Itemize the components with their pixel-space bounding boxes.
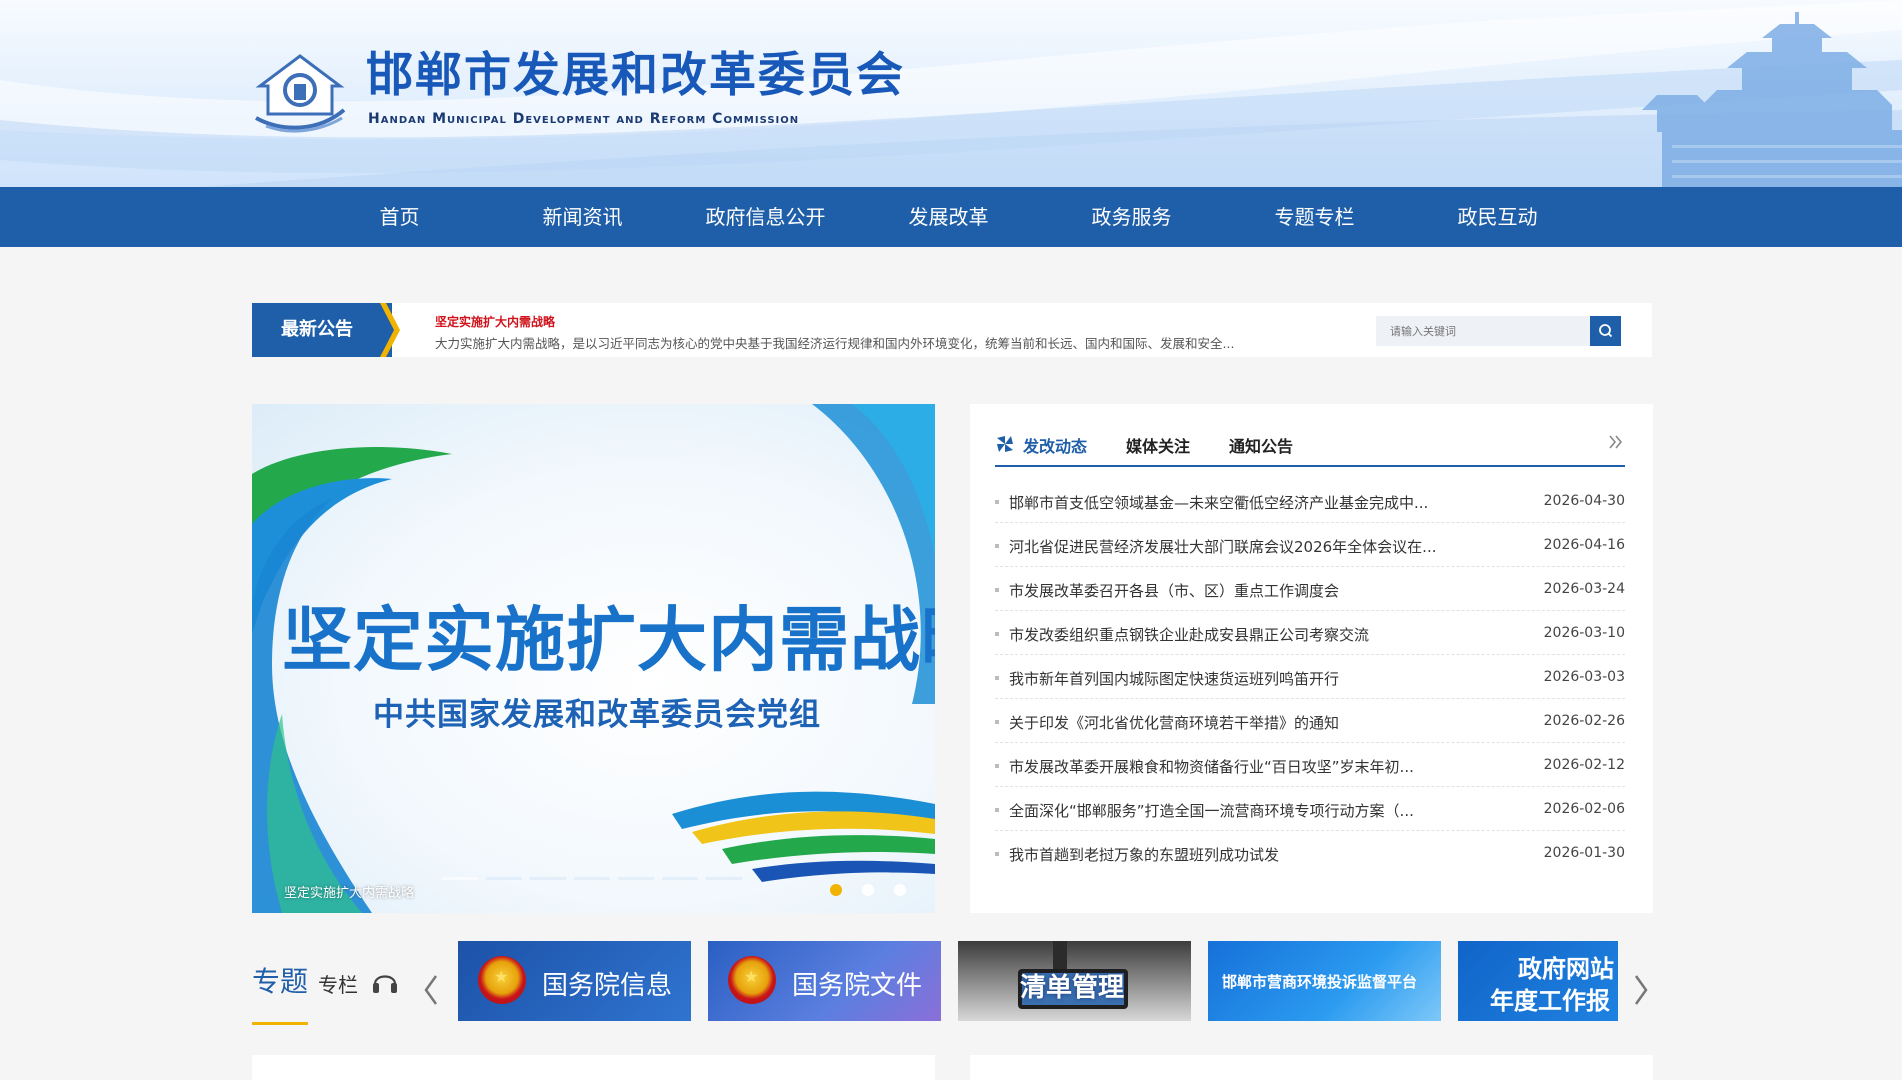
tile-business-complaint-platform[interactable]: 邯郸市营商环境投诉监督平台 xyxy=(1208,941,1441,1021)
nav-item-news[interactable]: 新闻资讯 xyxy=(491,187,674,247)
special-heading-big: 专题 xyxy=(252,965,309,998)
tile-label: 政府网站 xyxy=(1518,955,1614,983)
search-input[interactable] xyxy=(1376,316,1584,346)
news-list-item[interactable]: 市发改委组织重点钢铁企业赴成安县鼎正公司考察交流 2026-03-10 xyxy=(995,611,1625,655)
tile-label: 邯郸市营商环境投诉监督平台 xyxy=(1222,973,1418,991)
search-icon xyxy=(1599,324,1613,338)
search-button[interactable] xyxy=(1590,316,1621,346)
notice-text[interactable]: 大力实施扩大内需战略，是以习近平同志为核心的党中央基于我国经济运行规律和国内外环… xyxy=(435,333,1335,352)
news-list-item[interactable]: 市发展改革委召开各县（市、区）重点工作调度会 2026-03-24 xyxy=(995,567,1625,611)
news-date: 2026-03-03 xyxy=(1543,669,1625,685)
tile-gov-website-annual-report[interactable]: 政府网站 年度工作报 xyxy=(1458,941,1618,1021)
tab-pinwheel-icon xyxy=(997,436,1013,452)
carousel-caption[interactable]: 坚定实施扩大内需战略 xyxy=(284,882,414,901)
news-title[interactable]: 我市首趟到老挝万象的东盟班列成功试发 xyxy=(1009,844,1489,865)
news-date: 2026-02-26 xyxy=(1543,713,1625,729)
news-title[interactable]: 市发展改革委开展粮食和物资储备行业“百日攻坚”岁末年初... xyxy=(1009,756,1489,777)
carousel-dot-1[interactable] xyxy=(830,884,842,896)
tile-label: 国务院文件 xyxy=(792,971,923,1001)
bullet-icon xyxy=(995,544,999,548)
carousel-subtitle: 中共国家发展和改革委员会党组 xyxy=(373,697,821,733)
news-list-item[interactable]: 全面深化“邯郸服务”打造全国一流营商环境专项行动方案（... 2026-02-0… xyxy=(995,787,1625,831)
news-date: 2026-02-06 xyxy=(1543,801,1625,817)
notice-bar: 最新公告 坚定实施扩大内需战略 大力实施扩大内需战略，是以习近平同志为核心的党中… xyxy=(252,303,1652,357)
news-title[interactable]: 河北省促进民营经济发展壮大部门联席会议2026年全体会议在... xyxy=(1009,536,1489,557)
nav-item-services[interactable]: 政务服务 xyxy=(1040,187,1223,247)
nav-item-reform[interactable]: 发展改革 xyxy=(857,187,1040,247)
tile-label: 国务院信息 xyxy=(542,971,673,1001)
news-panel: 发改动态 媒体关注 通知公告 邯郸市首支低空领域基金—未来空衢低空经济产业基金完… xyxy=(970,404,1653,913)
news-list-item[interactable]: 关于印发《河北省优化营商环境若干举措》的通知 2026-02-26 xyxy=(995,699,1625,743)
news-title[interactable]: 我市新年首列国内城际图定快速货运班列鸣笛开行 xyxy=(1009,668,1489,689)
tab-notices[interactable]: 通知公告 xyxy=(1229,433,1293,457)
site-title: 邯郸市发展和改革委员会 xyxy=(366,48,905,103)
carousel-dot-2[interactable] xyxy=(862,884,874,896)
news-date: 2026-04-16 xyxy=(1543,537,1625,553)
tile-label-line2: 年度工作报 xyxy=(1490,987,1610,1015)
news-date: 2026-03-10 xyxy=(1543,625,1625,641)
news-title[interactable]: 关于印发《河北省优化营商环境若干举措》的通知 xyxy=(1009,712,1489,733)
news-tabs: 发改动态 媒体关注 通知公告 xyxy=(995,421,1625,467)
header-banner: 邯郸市发展和改革委员会 Handan Municipal Development… xyxy=(0,0,1902,187)
news-date: 2026-02-12 xyxy=(1543,757,1625,773)
tile-list-management[interactable]: 清单管理 xyxy=(958,941,1191,1021)
nav-item-special[interactable]: 专题专栏 xyxy=(1223,187,1406,247)
bottom-card-right xyxy=(970,1055,1653,1080)
special-heading-underline xyxy=(252,1022,308,1025)
bullet-icon xyxy=(995,808,999,812)
national-emblem-icon: ★ xyxy=(478,956,526,1004)
bottom-card-left xyxy=(252,1055,935,1080)
hero-carousel[interactable]: 坚定实施扩大内需战略 中共国家发展和改革委员会党组 坚定实施扩大内需战略 xyxy=(252,404,935,913)
bullet-icon xyxy=(995,676,999,680)
tab-media[interactable]: 媒体关注 xyxy=(1126,433,1190,457)
special-heading-small: 专栏 xyxy=(318,973,358,997)
news-list-item[interactable]: 我市首趟到老挝万象的东盟班列成功试发 2026-01-30 xyxy=(995,831,1625,875)
news-list-item[interactable]: 邯郸市首支低空领域基金—未来空衢低空经济产业基金完成中... 2026-04-3… xyxy=(995,479,1625,523)
news-date: 2026-03-24 xyxy=(1543,581,1625,597)
special-column-section: 专题 专栏 ★ 国务院信息 ★ 国务院文件 清单管理 邯郸市营商环境投诉监督平台… xyxy=(252,940,1652,1025)
prev-arrow-icon[interactable] xyxy=(420,970,442,1010)
bullet-icon xyxy=(995,588,999,592)
nav-item-home[interactable]: 首页 xyxy=(308,187,491,247)
news-date: 2026-01-30 xyxy=(1543,845,1625,861)
site-subtitle: Handan Municipal Development and Reform … xyxy=(368,111,800,127)
next-arrow-icon[interactable] xyxy=(1630,970,1652,1010)
bullet-icon xyxy=(995,764,999,768)
notice-title[interactable]: 坚定实施扩大内需战略 xyxy=(435,313,555,330)
headphones-icon xyxy=(373,975,397,993)
notice-tag: 最新公告 xyxy=(252,303,392,357)
news-title[interactable]: 市发展改革委召开各县（市、区）重点工作调度会 xyxy=(1009,580,1489,601)
city-tower-decoration xyxy=(1642,12,1902,187)
bullet-icon xyxy=(995,500,999,504)
news-title[interactable]: 市发改委组织重点钢铁企业赴成安县鼎正公司考察交流 xyxy=(1009,624,1489,645)
national-emblem-icon: ★ xyxy=(728,956,776,1004)
news-title[interactable]: 全面深化“邯郸服务”打造全国一流营商环境专项行动方案（... xyxy=(1009,800,1489,821)
main-nav: 首页 新闻资讯 政府信息公开 发展改革 政务服务 专题专栏 政民互动 xyxy=(0,187,1902,247)
nav-item-interaction[interactable]: 政民互动 xyxy=(1406,187,1589,247)
news-list-item[interactable]: 河北省促进民营经济发展壮大部门联席会议2026年全体会议在... 2026-04… xyxy=(995,523,1625,567)
news-date: 2026-04-30 xyxy=(1543,493,1625,509)
commission-logo xyxy=(255,54,346,133)
bullet-icon xyxy=(995,852,999,856)
tab-reform-news[interactable]: 发改动态 xyxy=(1023,433,1087,457)
tile-state-council-info[interactable]: ★ 国务院信息 xyxy=(458,941,691,1021)
news-title[interactable]: 邯郸市首支低空领域基金—未来空衢低空经济产业基金完成中... xyxy=(1009,492,1489,513)
carousel-dot-3[interactable] xyxy=(894,884,906,896)
notice-tag-arrow xyxy=(378,303,400,357)
search-box xyxy=(1376,316,1621,346)
bullet-icon xyxy=(995,720,999,724)
carousel-title: 坚定实施扩大内需战略 xyxy=(282,599,935,681)
news-list-item[interactable]: 市发展改革委开展粮食和物资储备行业“百日攻坚”岁末年初... 2026-02-1… xyxy=(995,743,1625,787)
news-list-item[interactable]: 我市新年首列国内城际图定快速货运班列鸣笛开行 2026-03-03 xyxy=(995,655,1625,699)
more-chevron-icon[interactable] xyxy=(1607,431,1625,453)
tile-state-council-docs[interactable]: ★ 国务院文件 xyxy=(708,941,941,1021)
nav-item-gov-info[interactable]: 政府信息公开 xyxy=(674,187,857,247)
tile-label: 清单管理 xyxy=(1020,973,1125,1003)
bullet-icon xyxy=(995,632,999,636)
